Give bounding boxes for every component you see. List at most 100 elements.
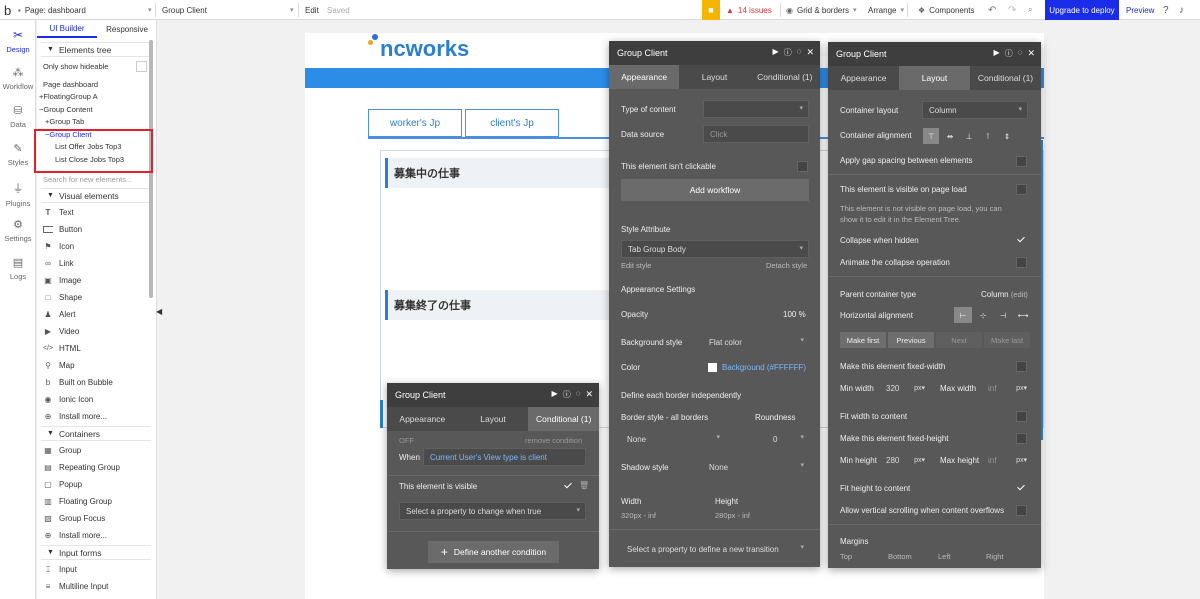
upgrade-button[interactable]: Upgrade to deploy xyxy=(1045,0,1119,20)
palette-video[interactable]: ▶ Video xyxy=(43,324,153,339)
tree-item-group-content[interactable]: − Group Content xyxy=(39,103,93,115)
info-icon[interactable]: ⓘ xyxy=(563,389,571,400)
align-justify-icon[interactable]: ⟷ xyxy=(1014,307,1032,323)
palette-install-more-containers[interactable]: ⊕ Install more... xyxy=(43,528,153,543)
collapse-panel-icon[interactable]: ◀ xyxy=(156,307,162,316)
preview-button[interactable]: Preview xyxy=(1126,0,1154,20)
redo-icon[interactable]: ↷ xyxy=(1008,0,1016,20)
align-middle-icon[interactable]: ⇹ xyxy=(942,128,958,144)
play-icon[interactable]: ▶ xyxy=(552,389,558,400)
palette-multiline-input[interactable]: ≡ Multiline Input xyxy=(43,579,153,594)
rail-settings[interactable]: ⚙ Settings xyxy=(0,218,36,243)
rail-workflow[interactable]: ⁂ Workflow xyxy=(0,66,36,91)
data-source-field[interactable]: Click xyxy=(703,125,809,143)
make-last-button[interactable]: Make last xyxy=(984,332,1030,348)
not-clickable-checkbox[interactable] xyxy=(797,161,808,172)
max-height-field[interactable]: inf px▾ xyxy=(984,451,1030,469)
edit-menu[interactable]: Edit xyxy=(305,0,319,20)
tree-item-group-tab[interactable]: + Group Tab xyxy=(45,115,84,127)
search-elements-input[interactable]: Search for new elements... xyxy=(43,173,132,185)
palette-icon[interactable]: ⚑ Icon xyxy=(43,239,153,254)
tab-layout[interactable]: Layout xyxy=(679,65,749,89)
min-height-field[interactable]: 280 px▾ xyxy=(882,451,928,469)
close-icon[interactable]: ✕ xyxy=(1027,48,1035,59)
align-center-icon[interactable]: ⊹ xyxy=(974,307,992,323)
tab-layout[interactable]: Layout xyxy=(458,407,529,431)
container-layout-select[interactable]: Column ▾ xyxy=(922,101,1028,119)
rail-logs[interactable]: ▤ Logs xyxy=(0,256,36,281)
tab-conditional[interactable]: Conditional (1) xyxy=(970,66,1041,90)
palette-text[interactable]: T Text xyxy=(43,205,153,220)
palette-alert[interactable]: ♟ Alert xyxy=(43,307,153,322)
components-button[interactable]: ❖ Components xyxy=(918,0,975,20)
palette-repeating-group[interactable]: ▤ Repeating Group xyxy=(43,460,153,475)
rail-design[interactable]: ✂ Design xyxy=(0,28,36,54)
palette-floating-group[interactable]: ▥ Floating Group xyxy=(43,494,153,509)
style-select[interactable]: Tab Group Body ▾ xyxy=(621,240,809,258)
rail-styles[interactable]: ✎ Styles xyxy=(0,142,36,167)
detach-style-link[interactable]: Detach style xyxy=(766,261,807,270)
fixed-width-checkbox[interactable] xyxy=(1016,361,1027,372)
fit-width-checkbox[interactable] xyxy=(1016,411,1027,422)
page-selector[interactable]: ▪ Page: dashboard ▾ xyxy=(18,0,152,20)
fit-height-checkbox[interactable] xyxy=(1016,483,1027,494)
animate-collapse-checkbox[interactable] xyxy=(1016,257,1027,268)
visible-on-load-checkbox[interactable] xyxy=(1016,184,1027,195)
bell-icon[interactable]: ♪ xyxy=(1179,0,1184,20)
fixed-height-checkbox[interactable] xyxy=(1016,433,1027,444)
opacity-value[interactable]: 100 % xyxy=(783,310,806,319)
palette-map[interactable]: ⚲ Map xyxy=(43,358,153,373)
only-hideable-checkbox[interactable] xyxy=(136,61,147,72)
palette-button[interactable]: Button xyxy=(43,222,153,237)
trash-icon[interactable]: 🗑 xyxy=(579,481,589,490)
play-icon[interactable]: ▶ xyxy=(773,47,779,58)
palette-built-on-bubble[interactable]: b Built on Bubble xyxy=(43,375,153,390)
palette-group-focus[interactable]: ▧ Group Focus xyxy=(43,511,153,526)
tab-responsive[interactable]: Responsive xyxy=(97,20,157,38)
bubble-logo[interactable]: b xyxy=(4,0,11,20)
align-stretch-icon[interactable]: ⊺ xyxy=(980,128,996,144)
tab-layout[interactable]: Layout xyxy=(899,66,970,90)
comment-icon[interactable]: ◌ xyxy=(1018,48,1023,59)
parent-edit-link[interactable]: (edit) xyxy=(1011,290,1028,299)
palette-image[interactable]: ▣ Image xyxy=(43,273,153,288)
containers-header[interactable]: ▼ Containers xyxy=(41,426,151,441)
play-icon[interactable]: ▶ xyxy=(994,48,1000,59)
comment-icon[interactable]: ◌ xyxy=(797,47,802,58)
condition-off-label[interactable]: OFF xyxy=(399,436,414,445)
palette-input[interactable]: ⌶ Input xyxy=(43,562,153,577)
previous-button[interactable]: Previous xyxy=(888,332,934,348)
color-value[interactable]: Background (#FFFFFF) xyxy=(722,363,806,372)
min-width-field[interactable]: 320 px▾ xyxy=(882,379,928,397)
visual-elements-header[interactable]: ▼ Visual elements xyxy=(41,188,151,203)
tab-conditional[interactable]: Conditional (1) xyxy=(528,407,600,431)
palette-link[interactable]: ∞ Link xyxy=(43,256,153,271)
edit-style-link[interactable]: Edit style xyxy=(621,261,651,270)
help-icon[interactable]: ? xyxy=(1163,0,1169,20)
tab-conditional[interactable]: Conditional (1) xyxy=(750,65,820,89)
next-button[interactable]: Next xyxy=(936,332,982,348)
tab-appearance[interactable]: Appearance xyxy=(609,65,680,89)
align-bottom-icon[interactable]: ⊥ xyxy=(961,128,977,144)
transition-select[interactable]: Select a property to define a new transi… xyxy=(621,540,809,558)
palette-ionic-icon[interactable]: ◉ Ionic Icon xyxy=(43,392,153,407)
tree-item-floatinggroup[interactable]: + FloatingGroup A xyxy=(39,90,98,102)
palette-html[interactable]: </> HTML xyxy=(43,341,153,356)
rail-data[interactable]: ⛁ Data xyxy=(0,104,36,129)
palette-install-more[interactable]: ⊕ Install more... xyxy=(43,409,153,424)
collapse-hidden-checkbox[interactable] xyxy=(1016,235,1027,246)
gift-icon[interactable]: ■ xyxy=(702,0,720,20)
element-selector[interactable]: Group Client ▾ xyxy=(162,0,297,20)
color-swatch[interactable] xyxy=(708,363,717,372)
input-forms-header[interactable]: ▼ Input forms xyxy=(41,545,151,560)
align-right-icon[interactable]: ⊣ xyxy=(994,307,1012,323)
tab-appearance[interactable]: Appearance xyxy=(387,407,458,431)
info-icon[interactable]: ⓘ xyxy=(1005,48,1013,59)
arrange-menu[interactable]: Arrange ▾ xyxy=(868,0,904,20)
comment-icon[interactable]: ◌ xyxy=(576,389,581,400)
tab-appearance[interactable]: Appearance xyxy=(828,66,899,90)
palette-group[interactable]: ▦ Group xyxy=(43,443,153,458)
make-first-button[interactable]: Make first xyxy=(840,332,886,348)
vertical-scroll-checkbox[interactable] xyxy=(1016,505,1027,516)
remove-condition-link[interactable]: remove condition xyxy=(525,436,582,445)
